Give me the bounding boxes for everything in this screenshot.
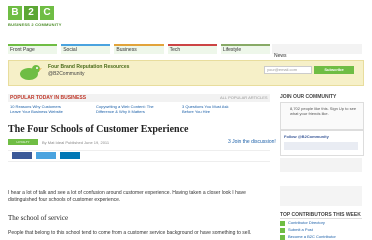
contributor-link[interactable]: Become a B2C Contributor — [288, 234, 336, 239]
popular-item[interactable]: 3 Questions You Must Ask Before You Hire — [182, 104, 240, 114]
facebook-avatars — [284, 142, 358, 150]
share-strip — [280, 158, 362, 172]
section-heading: The school of service — [8, 214, 69, 222]
popular-more-link[interactable]: ALL POPULAR ARTICLES — [220, 95, 268, 100]
twitter-share-button[interactable] — [36, 152, 56, 159]
article-title: The Four Schools of Customer Experience — [8, 124, 189, 135]
join-text: 8,702 people like this. Sign Up to see w… — [290, 106, 357, 116]
facebook-follow-label[interactable]: Follow @B2Community — [284, 134, 329, 139]
contributor-icon — [280, 228, 285, 233]
popular-label: POPULAR TODAY IN BUSINESS — [10, 95, 87, 101]
promo-handle[interactable]: @B2Community — [48, 71, 84, 77]
logo-tile-b: B — [8, 6, 22, 20]
promo-headline[interactable]: Four Brand Reputation Resources — [48, 64, 129, 70]
logo-tile-2: 2 — [24, 6, 38, 20]
linkedin-share-button[interactable] — [60, 152, 80, 159]
bird-icon — [20, 65, 42, 80]
logo-tile-c: C — [40, 6, 54, 20]
site-logo[interactable]: B 2 C — [8, 6, 54, 20]
article-paragraph: I hear a lot of talk and see a lot of co… — [8, 190, 246, 203]
nav-news[interactable]: News — [272, 44, 362, 59]
contributor-link[interactable]: Contributor Directory — [288, 220, 325, 225]
join-heading: JOIN OUR COMMUNITY — [280, 94, 337, 100]
ad-box[interactable] — [280, 186, 362, 206]
popular-item[interactable]: 10 Reasons Why Customers Leave Your Busi… — [10, 104, 68, 114]
nav-tech[interactable]: Tech — [167, 44, 217, 54]
main-nav: Front Page Social Business Tech Lifestyl… — [8, 44, 271, 54]
popular-item[interactable]: Copywriting a Web Content: The Differenc… — [96, 104, 154, 114]
email-field[interactable]: your@email.com — [264, 66, 312, 74]
article-byline: By Mat Ideal Published June 19, 2011 — [42, 140, 110, 145]
category-tag[interactable]: LOYALTY MARKETING — [8, 139, 38, 150]
top-contributors-heading: TOP CONTRIBUTORS THIS WEEK — [280, 212, 362, 219]
contributor-icon — [280, 235, 285, 240]
nav-news-label: News — [274, 53, 287, 59]
nav-social[interactable]: Social — [61, 44, 111, 54]
logo-subtitle: BUSINESS 2 COMMUNITY — [8, 22, 62, 27]
nav-business[interactable]: Business — [114, 44, 164, 54]
article-paragraph: People that belong to this school tend t… — [8, 230, 252, 236]
comments-link[interactable]: 3 Join the discussion! — [228, 139, 276, 145]
facebook-share-button[interactable] — [12, 152, 32, 159]
subscribe-button[interactable]: Subscribe — [314, 66, 354, 74]
contributor-link[interactable]: Submit a Post — [288, 227, 313, 232]
nav-lifestyle[interactable]: Lifestyle — [220, 44, 271, 54]
nav-front-page[interactable]: Front Page — [8, 44, 58, 54]
contributor-icon — [280, 221, 285, 226]
